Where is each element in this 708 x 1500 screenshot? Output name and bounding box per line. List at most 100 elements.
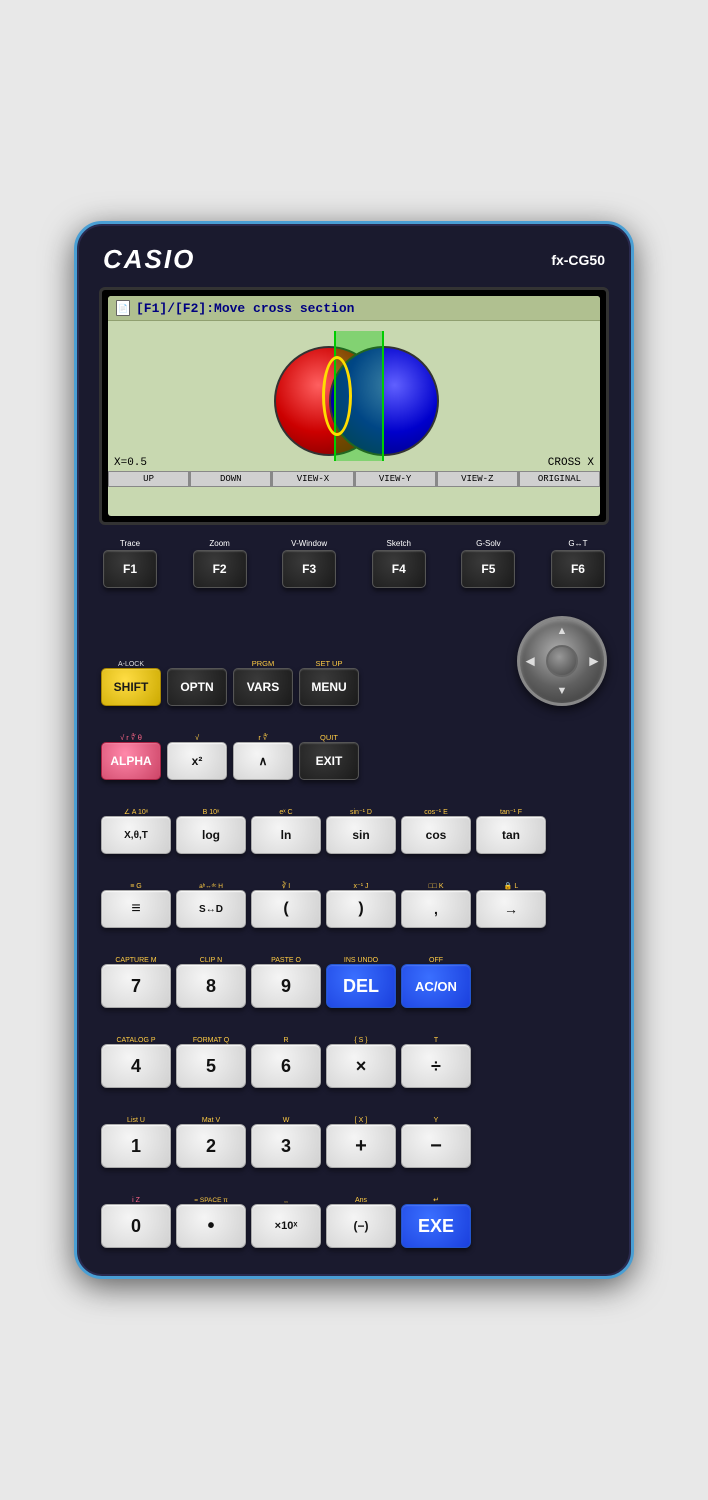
alpha-cell: √ r ∜ θ ALPHA	[101, 730, 161, 780]
f6-button[interactable]: F6	[551, 550, 605, 588]
caret-button[interactable]: ∧	[233, 742, 293, 780]
cos-button[interactable]: cos	[401, 816, 471, 854]
shift-cell: A-LOCK SHIFT	[101, 656, 161, 706]
f5-label: G-Solv	[476, 539, 500, 548]
tan-above: tan⁻¹ F	[500, 804, 522, 816]
exe-button[interactable]: EXE	[401, 1204, 471, 1248]
key-8[interactable]: 8	[176, 964, 246, 1008]
lparen-cell: ∛ I (	[251, 878, 321, 928]
dot-button[interactable]: •	[176, 1204, 246, 1248]
row-123: List U 1 Mat V 2 W 3 [ X ] + Y −	[101, 1112, 607, 1168]
sd-cell: aᵇ↔ᵈᶜ H S↔D	[176, 878, 246, 928]
menu-btn-down[interactable]: DOWN	[190, 471, 271, 487]
sd-button[interactable]: S↔D	[176, 890, 246, 928]
screen-content: X=0.5 CROSS X	[108, 321, 600, 471]
exe-above: ↵	[433, 1192, 439, 1204]
key-0[interactable]: 0	[101, 1204, 171, 1248]
nav-center[interactable]	[546, 645, 578, 677]
menu-btn-viewx[interactable]: VIEW-X	[272, 471, 353, 487]
f5-group: G-Solv F5	[461, 539, 515, 588]
row-789: CAPTURE M 7 CLIP N 8 PASTE O 9 INS UNDO …	[101, 952, 607, 1008]
5-above: FORMAT Q	[193, 1032, 229, 1044]
f1-button[interactable]: F1	[103, 550, 157, 588]
xtheta-button[interactable]: X,θ,T	[101, 816, 171, 854]
times-button[interactable]: ×	[326, 1044, 396, 1088]
div-cell: T ÷	[401, 1032, 471, 1088]
shift-button[interactable]: SHIFT	[101, 668, 161, 706]
exit-button[interactable]: EXIT	[299, 742, 359, 780]
vars-button[interactable]: VARS	[233, 668, 293, 706]
9-cell: PASTE O 9	[251, 952, 321, 1008]
menu-btn-up[interactable]: UP	[108, 471, 189, 487]
times-cell: { S } ×	[326, 1032, 396, 1088]
cos-above: cos⁻¹ E	[424, 804, 448, 816]
del-button[interactable]: DEL	[326, 964, 396, 1008]
7-above: CAPTURE M	[115, 952, 156, 964]
quit-label: QUIT	[320, 730, 338, 742]
4-cell: CATALOG P 4	[101, 1032, 171, 1088]
acon-above: OFF	[429, 952, 443, 964]
ln-above: eˣ C	[279, 804, 292, 816]
rparen-above: x⁻¹ J	[354, 878, 369, 890]
comma-button[interactable]: ,	[401, 890, 471, 928]
key-3[interactable]: 3	[251, 1124, 321, 1168]
f2-button[interactable]: F2	[193, 550, 247, 588]
key-1[interactable]: 1	[101, 1124, 171, 1168]
prgm-label: PRGM	[252, 656, 275, 668]
log-button[interactable]: log	[176, 816, 246, 854]
frac-cell: ≡ G ≡	[101, 878, 171, 928]
minus-button[interactable]: −	[401, 1124, 471, 1168]
x2-button[interactable]: x²	[167, 742, 227, 780]
sin-above: sin⁻¹ D	[350, 804, 372, 816]
6-above: R	[283, 1032, 288, 1044]
x2-above: √	[195, 730, 199, 742]
8-cell: CLIP N 8	[176, 952, 246, 1008]
f4-label: Sketch	[387, 539, 411, 548]
ln-cell: eˣ C ln	[251, 804, 321, 854]
rparen-cell: x⁻¹ J )	[326, 878, 396, 928]
acon-button[interactable]: AC/ON	[401, 964, 471, 1008]
row-0: i Z 0 = SPACE π • ,, ×10ˣ Ans (−) ↵ EXE	[101, 1192, 607, 1248]
key-9[interactable]: 9	[251, 964, 321, 1008]
menu-btn-original[interactable]: ORIGINAL	[519, 471, 600, 487]
nav-wheel[interactable]: ▲ ▼ ◀ ▶	[517, 616, 607, 706]
f4-button[interactable]: F4	[372, 550, 426, 588]
key-4[interactable]: 4	[101, 1044, 171, 1088]
key-5[interactable]: 5	[176, 1044, 246, 1088]
f5-button[interactable]: F5	[461, 550, 515, 588]
key-6[interactable]: 6	[251, 1044, 321, 1088]
div-above: T	[434, 1032, 438, 1044]
neg-button[interactable]: (−)	[326, 1204, 396, 1248]
plus-cell: [ X ] +	[326, 1112, 396, 1168]
plus-button[interactable]: +	[326, 1124, 396, 1168]
row-shift: A-LOCK SHIFT OPTN PRGM VARS SET UP MENU …	[101, 616, 607, 706]
optn-cell: OPTN	[167, 656, 227, 706]
screen-header: 📄 [F1]/[F2]:Move cross section	[108, 296, 600, 321]
1-cell: List U 1	[101, 1112, 171, 1168]
div-button[interactable]: ÷	[401, 1044, 471, 1088]
log-cell: B 10ˣ log	[176, 804, 246, 854]
menu-btn-viewy[interactable]: VIEW-Y	[355, 471, 436, 487]
tan-button[interactable]: tan	[476, 816, 546, 854]
rparen-button[interactable]: )	[326, 890, 396, 928]
optn-button[interactable]: OPTN	[167, 668, 227, 706]
menu-button[interactable]: MENU	[299, 668, 359, 706]
optn-above	[196, 656, 198, 668]
key-2[interactable]: 2	[176, 1124, 246, 1168]
log-above: B 10ˣ	[203, 804, 220, 816]
lparen-button[interactable]: (	[251, 890, 321, 928]
f3-button[interactable]: F3	[282, 550, 336, 588]
cross-label: CROSS X	[548, 457, 594, 469]
arrow-button[interactable]: →	[476, 890, 546, 928]
sin-button[interactable]: sin	[326, 816, 396, 854]
nav-up-arrow: ▲	[557, 625, 568, 637]
e10-button[interactable]: ×10ˣ	[251, 1204, 321, 1248]
screen-bottom-info: X=0.5 CROSS X	[114, 457, 594, 469]
frac-button[interactable]: ≡	[101, 890, 171, 928]
key-7[interactable]: 7	[101, 964, 171, 1008]
row-alpha: √ r ∜ θ ALPHA √ x² r ∜ ∧ QUIT EXIT	[101, 730, 607, 780]
f6-group: G↔T F6	[551, 539, 605, 588]
ln-button[interactable]: ln	[251, 816, 321, 854]
menu-btn-viewz[interactable]: VIEW-Z	[437, 471, 518, 487]
alpha-button[interactable]: ALPHA	[101, 742, 161, 780]
